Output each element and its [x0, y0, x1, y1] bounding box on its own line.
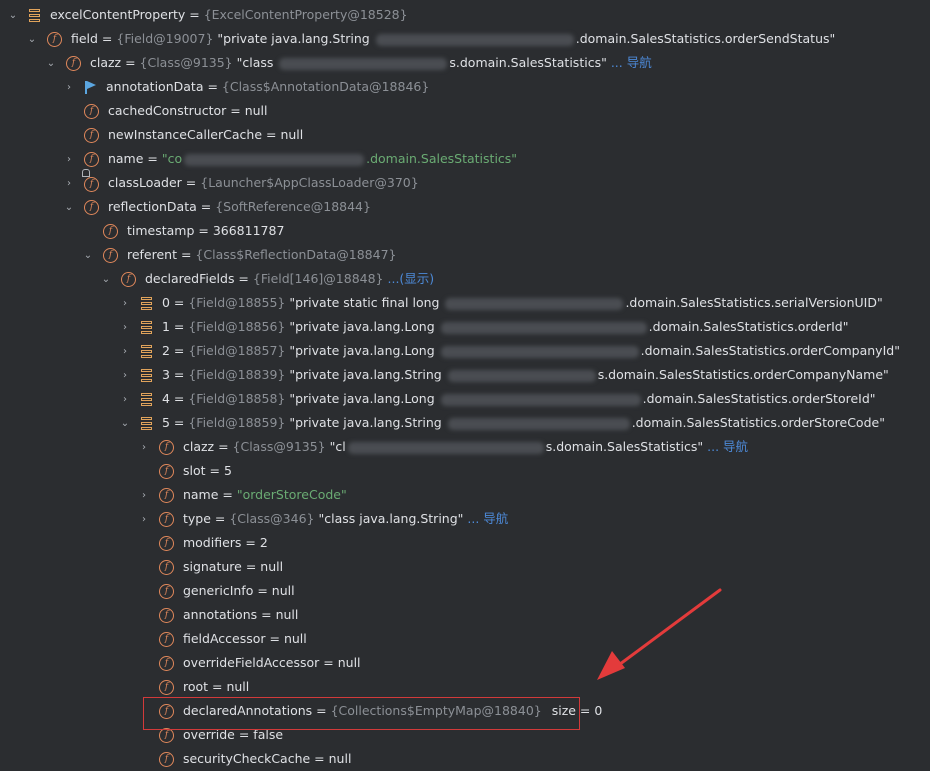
var-name: excelContentProperty — [49, 7, 186, 22]
field-icon: f — [158, 752, 174, 767]
field-icon: f — [158, 488, 174, 503]
chevron-right-icon[interactable]: › — [118, 364, 132, 388]
chevron-right-icon[interactable]: › — [118, 388, 132, 412]
redacted-blur — [445, 297, 624, 310]
tree-row-f5-type[interactable]: › f type = {Class@346} "class java.lang.… — [137, 507, 508, 531]
redacted-blur — [440, 393, 641, 406]
redacted-blur — [279, 57, 448, 70]
field-icon: f — [120, 272, 136, 287]
navigate-link[interactable]: ... 导航 — [707, 439, 748, 454]
tree-row-field-2[interactable]: › 2 = {Field@18857} "private java.lang.L… — [118, 339, 900, 363]
field-icon: f — [83, 152, 99, 167]
tree-row-classLoader[interactable]: › f classLoader = {Launcher$AppClassLoad… — [62, 168, 419, 196]
tree-row-f5-fieldAccessor[interactable]: f fieldAccessor = null — [137, 627, 307, 651]
var-type: {ExcelContentProperty@18528} — [203, 7, 408, 22]
chevron-right-icon[interactable]: › — [137, 508, 151, 532]
tree-row-f5-name[interactable]: › f name = "orderStoreCode" — [137, 483, 347, 507]
field-icon: f — [158, 536, 174, 551]
field-icon: f — [102, 248, 118, 263]
tree-row-excelContentProperty[interactable]: ⌄ excelContentProperty = {ExcelContentPr… — [6, 3, 408, 27]
redacted-blur — [440, 345, 639, 358]
navigate-link[interactable]: ... 导航 — [611, 55, 652, 70]
redacted-blur — [440, 321, 647, 334]
tree-row-f5-securityCheckCache[interactable]: f securityCheckCache = null — [137, 747, 351, 771]
show-link[interactable]: ...(显示) — [388, 271, 435, 286]
tree-row-cachedConstructor[interactable]: f cachedConstructor = null — [62, 99, 267, 123]
chevron-down-icon[interactable]: ⌄ — [44, 52, 58, 76]
field-lock-icon: f — [80, 168, 104, 196]
field-icon: f — [158, 656, 174, 671]
chevron-right-icon[interactable]: › — [62, 172, 76, 196]
redacted-blur — [375, 33, 574, 46]
tree-row-f5-signature[interactable]: f signature = null — [137, 555, 283, 579]
chevron-right-icon[interactable]: › — [118, 292, 132, 316]
field-icon: f — [158, 512, 174, 527]
field-icon: f — [83, 104, 99, 119]
chevron-down-icon[interactable]: ⌄ — [81, 244, 95, 268]
flag-icon — [84, 81, 97, 94]
tree-row-f5-annotations[interactable]: f annotations = null — [137, 603, 298, 627]
field-icon: f — [83, 128, 99, 143]
tree-row-clazz[interactable]: ⌄ f clazz = {Class@9135} "class s.domain… — [44, 51, 652, 75]
tree-row-f5-modifiers[interactable]: f modifiers = 2 — [137, 531, 268, 555]
field-icon: f — [158, 632, 174, 647]
list-icon — [140, 369, 152, 382]
highlight-box — [143, 697, 580, 730]
chevron-right-icon[interactable]: › — [137, 484, 151, 508]
chevron-down-icon[interactable]: ⌄ — [62, 196, 76, 220]
list-icon — [140, 321, 152, 334]
redacted-blur — [447, 369, 596, 382]
list-icon — [140, 345, 152, 358]
list-icon — [140, 297, 152, 310]
tree-row-newInstanceCallerCache[interactable]: f newInstanceCallerCache = null — [62, 123, 303, 147]
tree-row-field-3[interactable]: › 3 = {Field@18839} "private java.lang.S… — [118, 363, 889, 387]
tree-row-f5-clazz[interactable]: › f clazz = {Class@9135} "cl s.domain.Sal… — [137, 435, 748, 459]
tree-row-annotationData[interactable]: › annotationData = {Class$AnnotationData… — [62, 75, 429, 99]
field-icon: f — [158, 608, 174, 623]
tree-row-referent[interactable]: ⌄ f referent = {Class$ReflectionData@188… — [81, 243, 396, 267]
field-icon: f — [46, 32, 62, 47]
redacted-blur — [447, 417, 630, 430]
redacted-blur — [184, 153, 365, 166]
field-icon: f — [158, 560, 174, 575]
field-icon: f — [65, 56, 81, 71]
chevron-down-icon[interactable]: ⌄ — [99, 268, 113, 292]
tree-row-name[interactable]: › f name = "co .domain.SalesStatistics" — [62, 147, 517, 171]
field-icon: f — [158, 728, 174, 743]
tree-row-f5-root[interactable]: f root = null — [137, 675, 249, 699]
list-icon — [140, 393, 152, 406]
chevron-right-icon[interactable]: › — [137, 436, 151, 460]
tree-row-f5-slot[interactable]: f slot = 5 — [137, 459, 232, 483]
chevron-right-icon[interactable]: › — [62, 76, 76, 100]
chevron-down-icon[interactable]: ⌄ — [118, 412, 132, 436]
list-icon — [140, 417, 152, 430]
chevron-right-icon[interactable]: › — [118, 316, 132, 340]
field-icon: f — [83, 200, 99, 215]
tree-row-field[interactable]: ⌄ f field = {Field@19007} "private java.… — [25, 27, 835, 51]
tree-row-field-1[interactable]: › 1 = {Field@18856} "private java.lang.L… — [118, 315, 849, 339]
chevron-right-icon[interactable]: › — [62, 148, 76, 172]
tree-row-field-5[interactable]: ⌄ 5 = {Field@18859} "private java.lang.S… — [118, 411, 885, 435]
tree-row-field-0[interactable]: › 0 = {Field@18855} "private static fina… — [118, 291, 883, 315]
field-icon: f — [158, 680, 174, 695]
tree-row-timestamp[interactable]: f timestamp = 366811787 — [81, 219, 284, 243]
tree-row-declaredFields[interactable]: ⌄ f declaredFields = {Field[146]@18848} … — [99, 267, 434, 291]
tree-row-f5-overrideFieldAccessor[interactable]: f overrideFieldAccessor = null — [137, 651, 361, 675]
field-icon: f — [158, 464, 174, 479]
tree-row-reflectionData[interactable]: ⌄ f reflectionData = {SoftReference@1884… — [62, 195, 371, 219]
list-icon — [28, 9, 40, 22]
field-icon: f — [158, 584, 174, 599]
navigate-link[interactable]: ... 导航 — [467, 511, 508, 526]
redacted-blur — [347, 441, 544, 454]
chevron-down-icon[interactable]: ⌄ — [25, 28, 39, 52]
field-icon: f — [158, 440, 174, 455]
field-icon: f — [102, 224, 118, 239]
tree-row-field-4[interactable]: › 4 = {Field@18858} "private java.lang.L… — [118, 387, 876, 411]
chevron-right-icon[interactable]: › — [118, 340, 132, 364]
tree-row-f5-genericInfo[interactable]: f genericInfo = null — [137, 579, 295, 603]
chevron-down-icon[interactable]: ⌄ — [6, 4, 20, 28]
